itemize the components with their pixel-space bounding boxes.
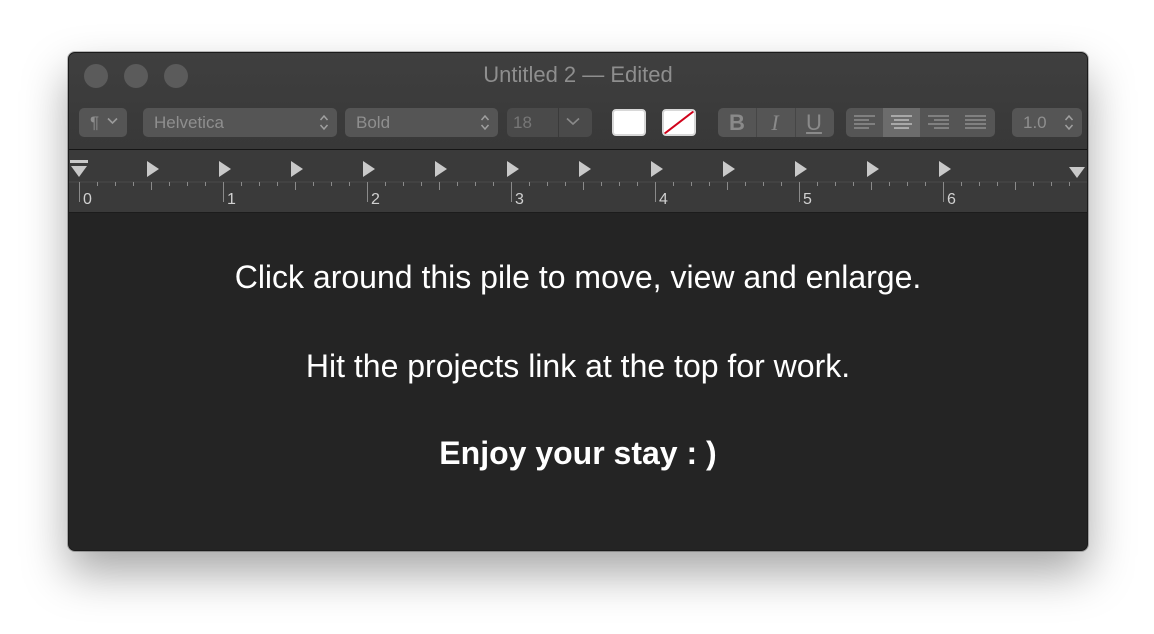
font-style-popup[interactable]: Bold <box>345 108 498 137</box>
text-style-segmented-control: B I U <box>718 108 834 137</box>
chevron-down-icon <box>566 117 580 126</box>
tab-stop-marker <box>507 161 519 177</box>
tab-stop-marker <box>579 161 591 177</box>
font-size-value: 18 <box>513 113 532 132</box>
ruler-label: 1 <box>227 191 236 208</box>
chevron-updown-icon <box>1064 114 1074 131</box>
textedit-window: Untitled 2 — Edited ¶ Helvetica Bold 18 <box>68 52 1088 551</box>
chevron-updown-icon <box>480 114 490 131</box>
tab-stop-marker <box>435 161 447 177</box>
align-justify-icon <box>965 115 986 129</box>
align-right-icon <box>928 115 949 129</box>
tab-stop-marker <box>651 161 663 177</box>
right-margin-marker <box>1069 167 1085 178</box>
ruler-label: 3 <box>515 191 524 208</box>
document-line-3: Enjoy your stay : ) <box>439 435 717 471</box>
align-left-icon <box>854 115 875 129</box>
ruler-label: 2 <box>371 191 380 208</box>
tab-stop-marker <box>147 161 159 177</box>
document-line-2: Hit the projects link at the top for wor… <box>305 348 851 384</box>
align-right-button[interactable] <box>920 108 957 137</box>
font-family-popup[interactable]: Helvetica <box>143 108 337 137</box>
tab-stop-marker <box>291 161 303 177</box>
combo-divider <box>558 108 559 137</box>
title-bar: Untitled 2 — Edited ¶ Helvetica Bold 18 <box>69 53 1087 150</box>
bold-button[interactable]: B <box>718 108 756 137</box>
align-center-button[interactable] <box>883 108 920 137</box>
chevron-updown-icon <box>319 114 329 131</box>
tab-stop-marker <box>939 161 951 177</box>
line-spacing-popup[interactable]: 1.0 <box>1012 108 1082 137</box>
ruler[interactable]: 0 1 2 3 4 5 6 <box>69 150 1087 213</box>
align-left-button[interactable] <box>846 108 883 137</box>
left-indent-marker <box>71 166 87 177</box>
window-title: Untitled 2 — Edited <box>483 62 673 87</box>
font-style-value: Bold <box>356 113 391 132</box>
ruler-label: 6 <box>947 191 956 208</box>
ruler-label: 0 <box>83 191 92 208</box>
underline-button[interactable]: U <box>795 108 833 137</box>
align-justify-button[interactable] <box>957 108 994 137</box>
ruler-scale: 0 1 2 3 4 5 6 <box>69 160 1087 208</box>
tab-stop-marker <box>219 161 231 177</box>
background-color-well[interactable] <box>662 109 696 136</box>
document-line-1: Click around this pile to move, view and… <box>234 259 922 295</box>
align-center-icon <box>891 115 912 129</box>
ruler-label: 5 <box>803 191 812 208</box>
tab-stop-marker <box>795 161 807 177</box>
line-spacing-value: 1.0 <box>1023 113 1047 132</box>
text-color-well[interactable] <box>612 109 646 136</box>
first-line-indent-marker <box>70 160 88 163</box>
font-family-value: Helvetica <box>154 113 224 132</box>
no-color-icon <box>664 111 694 134</box>
document-text-area[interactable]: Click around this pile to move, view and… <box>69 213 1087 550</box>
tab-stop-marker <box>363 161 375 177</box>
ruler-label: 4 <box>659 191 668 208</box>
paragraph-style-popup[interactable]: ¶ <box>79 108 127 137</box>
font-size-combo[interactable]: 18 <box>507 108 592 137</box>
chevron-down-icon <box>107 117 118 125</box>
tab-stop-marker <box>867 161 879 177</box>
alignment-segmented-control <box>846 108 995 137</box>
pilcrow-icon: ¶ <box>90 113 100 132</box>
italic-button[interactable]: I <box>756 108 794 137</box>
tab-stop-marker <box>723 161 735 177</box>
